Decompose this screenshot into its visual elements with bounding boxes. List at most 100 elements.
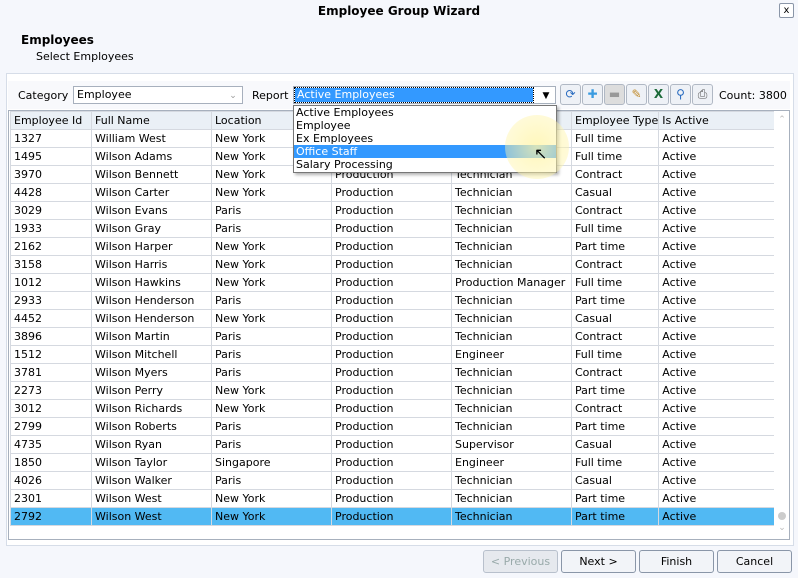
column-header[interactable]: Employee Type <box>570 111 660 130</box>
search-icon[interactable]: ⚲ <box>670 84 691 105</box>
table-cell: Paris <box>211 435 332 454</box>
table-row[interactable]: 3158 Wilson Harris New York Production Techn… <box>10 255 781 274</box>
category-value: Employee <box>77 88 132 101</box>
table-cell: 3896 <box>10 327 92 346</box>
category-select[interactable]: Employee ⌄ <box>73 86 243 104</box>
table-cell: Production <box>331 399 452 418</box>
column-header[interactable]: Employee Id <box>10 111 92 130</box>
dropdown-option[interactable]: Ex Employees <box>294 132 556 145</box>
table-cell: Wilson Martin <box>91 327 212 346</box>
table-cell: Production <box>331 183 452 202</box>
table-row[interactable]: 2792 Wilson West New York Production Technic… <box>10 507 781 526</box>
table-row[interactable]: 1850 Wilson Taylor Singapore Production Engi… <box>10 453 781 472</box>
table-cell: Engineer <box>451 453 572 472</box>
table-cell: Wilson Bennett <box>91 165 212 184</box>
report-select[interactable]: Active Employees ▼ <box>293 86 556 104</box>
table-cell: Technician <box>451 399 572 418</box>
table-cell: New York <box>211 273 332 292</box>
table-row[interactable]: 3029 Wilson Evans Paris Production Technicia… <box>10 201 781 220</box>
dropdown-option[interactable]: Salary Processing <box>294 158 556 171</box>
table-row[interactable]: 2799 Wilson Roberts Paris Production Technic… <box>10 417 781 436</box>
table-cell: Paris <box>211 363 332 382</box>
excel-icon[interactable]: X <box>648 84 669 105</box>
table-cell: Production <box>331 327 452 346</box>
scroll-up-icon[interactable]: ⌃ <box>774 115 789 125</box>
table-cell: Part time <box>570 507 660 526</box>
table-cell: Full time <box>570 453 660 472</box>
table-cell: Production <box>331 363 452 382</box>
print-icon[interactable]: ⎙ <box>692 84 713 105</box>
table-row[interactable]: 3781 Wilson Myers Paris Production Technicia… <box>10 363 781 382</box>
finish-button[interactable]: Finish <box>639 550 714 573</box>
previous-button[interactable]: < Previous <box>483 550 558 573</box>
table-cell: Technician <box>451 255 572 274</box>
table-row[interactable]: 4026 Wilson Walker Paris Production Technici… <box>10 471 781 490</box>
table-cell: Wilson Walker <box>91 471 212 490</box>
table-cell: 1933 <box>10 219 92 238</box>
column-header[interactable]: Full Name <box>91 111 212 130</box>
table-cell: Technician <box>451 237 572 256</box>
table-cell: New York <box>211 309 332 328</box>
remove-icon[interactable]: ▬ <box>604 84 625 105</box>
dropdown-option[interactable]: Office Staff <box>294 145 556 158</box>
report-dropdown-list: Active Employees Employee Ex Employees Offi… <box>293 105 557 173</box>
table-cell: Contract <box>570 165 660 184</box>
toolbar: ⟳ ✚ ▬ ✎ X ⚲ ⎙ <box>560 84 713 105</box>
table-cell: Active <box>658 381 781 400</box>
table-cell: Casual <box>570 309 660 328</box>
table-cell: Production <box>331 309 452 328</box>
vertical-scrollbar[interactable]: ⌃ ⌄ <box>774 111 789 539</box>
table-cell: Active <box>658 435 781 454</box>
table-cell: 2162 <box>10 237 92 256</box>
table-cell: Part time <box>570 417 660 436</box>
scroll-down-icon[interactable]: ⌄ <box>774 523 789 533</box>
close-button[interactable]: x <box>779 3 794 18</box>
table-cell: Paris <box>211 219 332 238</box>
table-row[interactable]: 3896 Wilson Martin Paris Production Technici… <box>10 327 781 346</box>
table-cell: Wilson Adams <box>91 147 212 166</box>
table-cell: Casual <box>570 435 660 454</box>
table-cell: Active <box>658 255 781 274</box>
table-row[interactable]: 1512 Wilson Mitchell Paris Production Engine… <box>10 345 781 364</box>
scroll-thumb[interactable] <box>778 512 786 520</box>
add-icon[interactable]: ✚ <box>582 84 603 105</box>
table-row[interactable]: 2162 Wilson Harper New York Production Techn… <box>10 237 781 256</box>
table-cell: 2792 <box>10 507 92 526</box>
cancel-button[interactable]: Cancel <box>717 550 792 573</box>
table-cell: 3970 <box>10 165 92 184</box>
table-row[interactable]: 2273 Wilson Perry New York Production Techni… <box>10 381 781 400</box>
table-cell: Technician <box>451 471 572 490</box>
refresh-icon[interactable]: ⟳ <box>560 84 581 105</box>
table-cell: Active <box>658 165 781 184</box>
table-cell: Active <box>658 399 781 418</box>
table-row[interactable]: 4452 Wilson Henderson New York Production Te… <box>10 309 781 328</box>
dropdown-option[interactable]: Employee <box>294 119 556 132</box>
table-cell: Active <box>658 237 781 256</box>
table-row[interactable]: 2301 Wilson West New York Production Technic… <box>10 489 781 508</box>
table-cell: Active <box>658 507 781 526</box>
table-row[interactable]: 4428 Wilson Carter New York Production Techn… <box>10 183 781 202</box>
table-cell: Technician <box>451 201 572 220</box>
table-cell: 1850 <box>10 453 92 472</box>
table-cell: New York <box>211 381 332 400</box>
table-cell: Paris <box>211 345 332 364</box>
table-row[interactable]: 1933 Wilson Gray Paris Production Technician… <box>10 219 781 238</box>
table-cell: Wilson Henderson <box>91 309 212 328</box>
table-cell: 1512 <box>10 345 92 364</box>
table-row[interactable]: 4735 Wilson Ryan Paris Production Supervisor… <box>10 435 781 454</box>
table-cell: Wilson Taylor <box>91 453 212 472</box>
table-row[interactable]: 3012 Wilson Richards New York Production Tec… <box>10 399 781 418</box>
next-button[interactable]: Next > <box>561 550 636 573</box>
edit-icon[interactable]: ✎ <box>626 84 647 105</box>
table-row[interactable]: 1012 Wilson Hawkins New York Production Prod… <box>10 273 781 292</box>
table-cell: Part time <box>570 381 660 400</box>
table-cell: Active <box>658 147 781 166</box>
table-cell: Contract <box>570 255 660 274</box>
table-cell: Singapore <box>211 453 332 472</box>
table-cell: Production <box>331 381 452 400</box>
dropdown-option[interactable]: Active Employees <box>294 106 556 119</box>
table-row[interactable]: 2933 Wilson Henderson Paris Production Techn… <box>10 291 781 310</box>
employee-grid[interactable]: Employee Id Full Name Location Employee Typ… <box>8 110 790 540</box>
column-header[interactable]: Is Active <box>658 111 781 130</box>
table-cell: Active <box>658 417 781 436</box>
